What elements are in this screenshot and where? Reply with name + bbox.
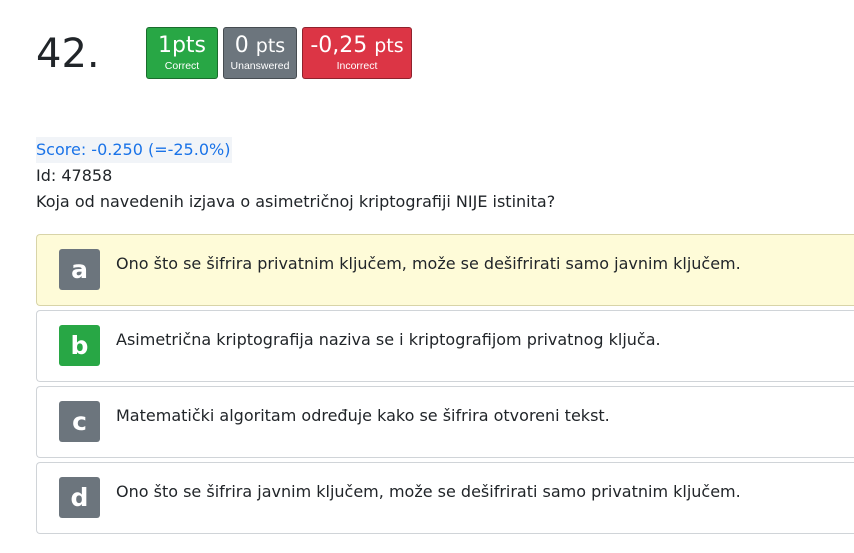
answer-list: a Ono što se šifrira privatnim ključem, … — [36, 234, 854, 538]
answer-text: Asimetrična kriptografija naziva se i kr… — [116, 330, 661, 349]
answer-letter-badge: a — [59, 249, 100, 290]
answer-text: Matematički algoritam određuje kako se š… — [116, 406, 610, 425]
quiz-question-page: 42. 1pts Correct 0 pts Unanswered -0,25 … — [0, 0, 854, 553]
answer-letter-badge: b — [59, 325, 100, 366]
answer-letter-badge: d — [59, 477, 100, 518]
unanswered-points-value: 0 — [234, 32, 249, 58]
points-badges: 1pts Correct 0 pts Unanswered -0,25 pts … — [146, 27, 412, 79]
answer-option-a[interactable]: a Ono što se šifrira privatnim ključem, … — [36, 234, 854, 306]
incorrect-points-value: -0,25 — [310, 32, 368, 58]
answer-option-b[interactable]: b Asimetrična kriptografija naziva se i … — [36, 310, 854, 382]
answer-text: Ono što se šifrira javnim ključem, može … — [116, 482, 741, 501]
incorrect-points-unit: pts — [374, 34, 404, 57]
unanswered-points-label: Unanswered — [230, 59, 290, 72]
score-text: Score: -0.250 (=-25.0%) — [36, 137, 233, 163]
correct-points-badge: 1pts Correct — [146, 27, 218, 79]
question-id: Id: 47858 — [36, 166, 113, 185]
answer-text: Ono što se šifrira privatnim ključem, mo… — [116, 254, 741, 273]
incorrect-points-label: Incorrect — [336, 59, 378, 72]
answer-letter-badge: c — [59, 401, 100, 442]
question-meta: Score: -0.250 (=-25.0%) Id: 47858 Koja o… — [36, 137, 555, 215]
unanswered-points-unit: pts — [255, 34, 286, 57]
unanswered-points-badge: 0 pts Unanswered — [223, 27, 297, 79]
incorrect-points-badge: -0,25 pts Incorrect — [302, 27, 412, 79]
correct-points-label: Correct — [164, 59, 200, 72]
question-text: Koja od navedenih izjava o asimetričnoj … — [36, 192, 556, 211]
question-number: 42. — [36, 31, 100, 77]
answer-option-c[interactable]: c Matematički algoritam određuje kako se… — [36, 386, 854, 458]
correct-points-value: 1pts — [157, 32, 207, 58]
answer-option-d[interactable]: d Ono što se šifrira javnim ključem, mož… — [36, 462, 854, 534]
